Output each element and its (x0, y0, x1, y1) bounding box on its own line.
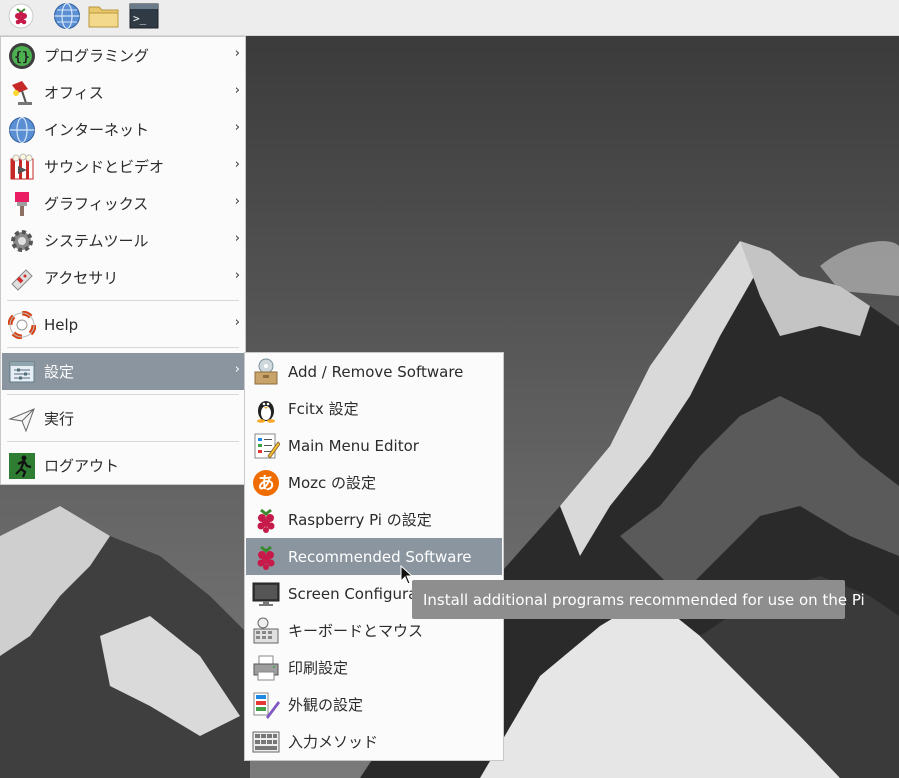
menu-item-system-tools[interactable]: システムツール › (2, 222, 244, 259)
top-panel: >_ (0, 0, 899, 36)
raspberry-icon (8, 3, 34, 33)
chevron-right-icon: › (234, 315, 240, 330)
menu-item-run[interactable]: 実行 (2, 400, 244, 437)
chevron-right-icon: › (234, 46, 240, 61)
monitor-icon (251, 579, 281, 609)
submenu-item-label: Raspberry Pi の設定 (288, 511, 432, 529)
preferences-submenu: Add / Remove Software Fcitx 設定 Main Menu… (244, 352, 504, 761)
submenu-item-print-settings[interactable]: 印刷設定 (246, 649, 502, 686)
help-icon (7, 310, 37, 340)
submenu-item-recommended-software[interactable]: Recommended Software (246, 538, 502, 575)
folder-icon (88, 3, 120, 33)
menu-item-help[interactable]: Help › (2, 306, 244, 343)
chevron-right-icon: › (234, 194, 240, 209)
system-tools-icon (7, 226, 37, 256)
menu-item-label: オフィス (44, 84, 104, 102)
file-manager-launcher[interactable] (88, 3, 120, 33)
submenu-item-appearance[interactable]: 外観の設定 (246, 686, 502, 723)
raspberry-menu-button[interactable] (6, 3, 36, 33)
package-icon (251, 357, 281, 387)
menu-item-label: 実行 (44, 410, 75, 428)
submenu-item-main-menu-editor[interactable]: Main Menu Editor (246, 427, 502, 464)
penguin-icon (251, 394, 281, 424)
graphics-icon (7, 189, 37, 219)
menu-item-label: サウンドとビデオ (44, 158, 165, 176)
menu-item-programming[interactable]: {} プログラミング › (2, 37, 244, 74)
tooltip: Install additional programs recommended … (412, 580, 865, 619)
sound-video-icon (7, 152, 37, 182)
chevron-right-icon: › (234, 231, 240, 246)
menu-item-label: インターネット (44, 121, 150, 139)
menu-item-label: アクセサリ (44, 269, 119, 287)
logout-icon (7, 451, 37, 481)
menu-item-graphics[interactable]: グラフィックス › (2, 185, 244, 222)
submenu-item-label: 印刷設定 (288, 659, 349, 677)
main-menu: {} プログラミング › オフィス › インターネット › サウンドとビデオ ›… (0, 36, 246, 485)
printer-icon (251, 653, 281, 683)
menu-separator (7, 347, 239, 348)
menu-item-label: プログラミング (44, 47, 150, 65)
submenu-item-label: Recommended Software (288, 547, 472, 566)
menu-item-logout[interactable]: ログアウト (2, 447, 244, 484)
chevron-right-icon: › (234, 268, 240, 283)
tooltip-text: Install additional programs recommended … (423, 590, 865, 609)
submenu-item-label: キーボードとマウス (288, 622, 424, 640)
chevron-right-icon: › (234, 120, 240, 135)
appearance-icon (251, 690, 281, 720)
preferences-icon (7, 357, 37, 387)
menu-item-preferences[interactable]: 設定 › (2, 353, 244, 390)
chevron-right-icon: › (234, 362, 240, 377)
submenu-item-label: Add / Remove Software (288, 362, 464, 381)
terminal-icon: >_ (129, 3, 159, 33)
chevron-right-icon: › (234, 83, 240, 98)
internet-icon (7, 115, 37, 145)
menu-separator (7, 394, 239, 395)
menu-item-label: 設定 (44, 363, 75, 381)
run-icon (7, 404, 37, 434)
web-browser-launcher[interactable] (52, 2, 82, 34)
mouse-cursor-icon (400, 565, 414, 585)
menu-editor-icon (251, 431, 281, 461)
submenu-item-label: Screen Configurat (288, 584, 424, 603)
submenu-item-raspberry-pi-config[interactable]: Raspberry Pi の設定 (246, 501, 502, 538)
svg-text:あ: あ (258, 474, 275, 494)
submenu-item-label: 外観の設定 (288, 696, 364, 714)
submenu-item-add-remove-software[interactable]: Add / Remove Software (246, 353, 502, 390)
accessories-icon (7, 263, 37, 293)
menu-separator (7, 441, 239, 442)
menu-item-office[interactable]: オフィス › (2, 74, 244, 111)
menu-item-label: Help (44, 315, 79, 334)
submenu-item-fcitx[interactable]: Fcitx 設定 (246, 390, 502, 427)
submenu-item-label: Main Menu Editor (288, 436, 419, 455)
office-icon (7, 78, 37, 108)
menu-separator (7, 300, 239, 301)
submenu-item-label: 入力メソッド (288, 733, 379, 751)
submenu-item-mozc[interactable]: あ Mozc の設定 (246, 464, 502, 501)
menu-item-label: システムツール (44, 232, 149, 250)
menu-item-label: グラフィックス (44, 195, 149, 213)
svg-text:>_: >_ (133, 12, 147, 25)
keyboard-mouse-icon (251, 616, 281, 646)
globe-icon (53, 2, 81, 34)
raspberry-icon (251, 542, 281, 572)
svg-text:{}: {} (14, 50, 30, 65)
chevron-right-icon: › (234, 157, 240, 172)
menu-item-internet[interactable]: インターネット › (2, 111, 244, 148)
submenu-item-label: Mozc の設定 (288, 474, 377, 492)
menu-item-label: ログアウト (44, 457, 120, 475)
input-method-icon (251, 727, 281, 757)
mozc-icon: あ (251, 468, 281, 498)
programming-icon: {} (7, 41, 37, 71)
menu-item-sound-video[interactable]: サウンドとビデオ › (2, 148, 244, 185)
raspberry-icon (251, 505, 281, 535)
submenu-item-input-method[interactable]: 入力メソッド (246, 723, 502, 760)
menu-item-accessories[interactable]: アクセサリ › (2, 259, 244, 296)
terminal-launcher[interactable]: >_ (129, 3, 159, 33)
submenu-item-label: Fcitx 設定 (288, 400, 359, 418)
